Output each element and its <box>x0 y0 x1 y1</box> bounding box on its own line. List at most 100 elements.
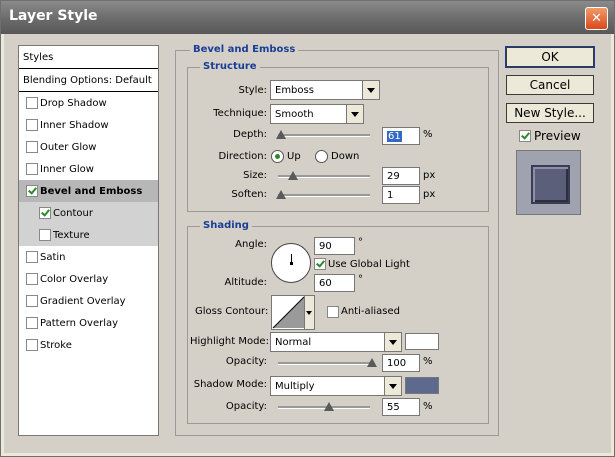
gradient-overlay-checkbox[interactable] <box>26 295 38 307</box>
cancel-button[interactable]: Cancel <box>506 75 594 95</box>
size-input[interactable]: 29 <box>382 167 420 185</box>
list-item-inner-glow[interactable]: Inner Glow <box>19 158 158 180</box>
altitude-value: 60 <box>319 278 332 289</box>
shadow-mode-label: Shadow Mode: <box>193 379 267 390</box>
depth-unit: % <box>423 129 433 140</box>
list-item-pattern-overlay[interactable]: Pattern Overlay <box>19 312 158 334</box>
shadow-opacity-label: Opacity: <box>225 401 267 412</box>
list-item-stroke[interactable]: Stroke <box>19 334 158 356</box>
styles-list: Styles Blending Options: Default Drop Sh… <box>18 45 159 436</box>
blending-options-item[interactable]: Blending Options: Default <box>19 69 158 92</box>
contour-curve-icon <box>272 296 305 329</box>
styles-header-label: Styles <box>23 52 54 63</box>
size-value: 29 <box>387 171 400 182</box>
size-slider-thumb[interactable] <box>288 171 298 180</box>
list-item-label: Outer Glow <box>40 142 97 153</box>
gloss-contour-picker[interactable] <box>271 295 306 330</box>
highlight-mode-select[interactable]: Normal <box>270 332 402 352</box>
preview-label: Preview <box>534 129 581 143</box>
technique-value: Smooth <box>275 109 314 120</box>
list-item-gradient-overlay[interactable]: Gradient Overlay <box>19 290 158 312</box>
new-style-button[interactable]: New Style... <box>506 103 594 123</box>
style-preview <box>516 150 581 215</box>
style-value: Emboss <box>275 85 314 96</box>
style-select[interactable]: Emboss <box>270 80 380 100</box>
title-bar: Layer Style ✕ <box>1 1 614 34</box>
altitude-input[interactable]: 60 <box>314 274 355 292</box>
color-overlay-checkbox[interactable] <box>26 273 38 285</box>
highlight-mode-label: Highlight Mode: <box>190 336 269 347</box>
list-item-label: Texture <box>53 230 90 241</box>
ok-button[interactable]: OK <box>505 46 595 68</box>
contour-checkbox[interactable] <box>39 207 51 219</box>
list-item-inner-shadow[interactable]: Inner Shadow <box>19 114 158 136</box>
outer-glow-checkbox[interactable] <box>26 141 38 153</box>
chevron-down-icon <box>384 333 401 351</box>
direction-down-label: Down <box>331 151 360 162</box>
depth-label: Depth: <box>233 129 267 140</box>
list-item-satin[interactable]: Satin <box>19 246 158 268</box>
direction-up-radio[interactable] <box>271 150 284 163</box>
drop-shadow-checkbox[interactable] <box>26 97 38 109</box>
list-item-outer-glow[interactable]: Outer Glow <box>19 136 158 158</box>
list-item-label: Bevel and Emboss <box>40 186 143 197</box>
angle-input[interactable]: 90 <box>314 237 355 255</box>
technique-select[interactable]: Smooth <box>270 104 364 124</box>
highlight-mode-value: Normal <box>275 337 312 348</box>
size-label: Size: <box>243 170 267 181</box>
list-item-bevel-emboss[interactable]: Bevel and Emboss <box>19 180 158 202</box>
bevel-emboss-checkbox[interactable] <box>26 185 38 197</box>
direction-down-radio[interactable] <box>315 150 328 163</box>
technique-label: Technique: <box>213 108 267 119</box>
shadow-mode-select[interactable]: Multiply <box>270 376 402 396</box>
anti-aliased-checkbox[interactable] <box>327 306 339 318</box>
soften-slider-track[interactable] <box>278 194 370 197</box>
inner-glow-checkbox[interactable] <box>26 163 38 175</box>
global-light-checkbox[interactable] <box>314 258 326 270</box>
highlight-opacity-label: Opacity: <box>225 356 267 367</box>
soften-input[interactable]: 1 <box>382 186 420 204</box>
list-item-color-overlay[interactable]: Color Overlay <box>19 268 158 290</box>
highlight-opacity-thumb[interactable] <box>367 358 377 367</box>
list-item-label: Inner Glow <box>40 164 94 175</box>
shadow-opacity-thumb[interactable] <box>324 402 334 411</box>
list-item-label: Stroke <box>40 340 72 351</box>
list-item-contour[interactable]: Contour <box>19 202 158 224</box>
list-item-label: Drop Shadow <box>40 98 107 109</box>
shadow-color-swatch[interactable] <box>405 377 439 394</box>
close-button[interactable]: ✕ <box>585 7 608 30</box>
altitude-unit: ° <box>358 274 363 285</box>
angle-needle <box>291 254 292 263</box>
highlight-opacity-value: 100 <box>387 358 407 369</box>
gloss-contour-dropdown[interactable] <box>304 295 315 330</box>
list-item-texture[interactable]: Texture <box>19 224 158 246</box>
inner-shadow-checkbox[interactable] <box>26 119 38 131</box>
anti-aliased-label: Anti-aliased <box>341 306 401 317</box>
shadow-opacity-input[interactable]: 55 <box>382 398 420 416</box>
angle-unit: ° <box>358 237 363 248</box>
shadow-mode-value: Multiply <box>275 381 315 392</box>
angle-label: Angle: <box>235 239 267 250</box>
size-unit: px <box>423 170 436 181</box>
depth-input[interactable]: 61 <box>382 127 420 145</box>
angle-dial[interactable] <box>271 243 311 283</box>
satin-checkbox[interactable] <box>26 251 38 263</box>
angle-value: 90 <box>319 241 332 252</box>
list-item-label: Color Overlay <box>40 274 109 285</box>
depth-slider-track[interactable] <box>278 134 370 137</box>
soften-slider-thumb[interactable] <box>276 190 286 199</box>
shadow-opacity-unit: % <box>423 401 433 412</box>
texture-checkbox[interactable] <box>39 229 51 241</box>
chevron-down-icon <box>306 311 312 315</box>
depth-slider-thumb[interactable] <box>276 130 286 139</box>
global-light-label: Use Global Light <box>328 259 410 270</box>
stroke-checkbox[interactable] <box>26 339 38 351</box>
highlight-color-swatch[interactable] <box>405 333 439 350</box>
highlight-opacity-input[interactable]: 100 <box>382 354 420 372</box>
pattern-overlay-checkbox[interactable] <box>26 317 38 329</box>
styles-header[interactable]: Styles <box>19 46 158 69</box>
preview-checkbox[interactable] <box>519 130 531 142</box>
list-item-drop-shadow[interactable]: Drop Shadow <box>19 92 158 114</box>
shading-title: Shading <box>200 220 252 231</box>
highlight-opacity-track[interactable] <box>278 362 370 365</box>
